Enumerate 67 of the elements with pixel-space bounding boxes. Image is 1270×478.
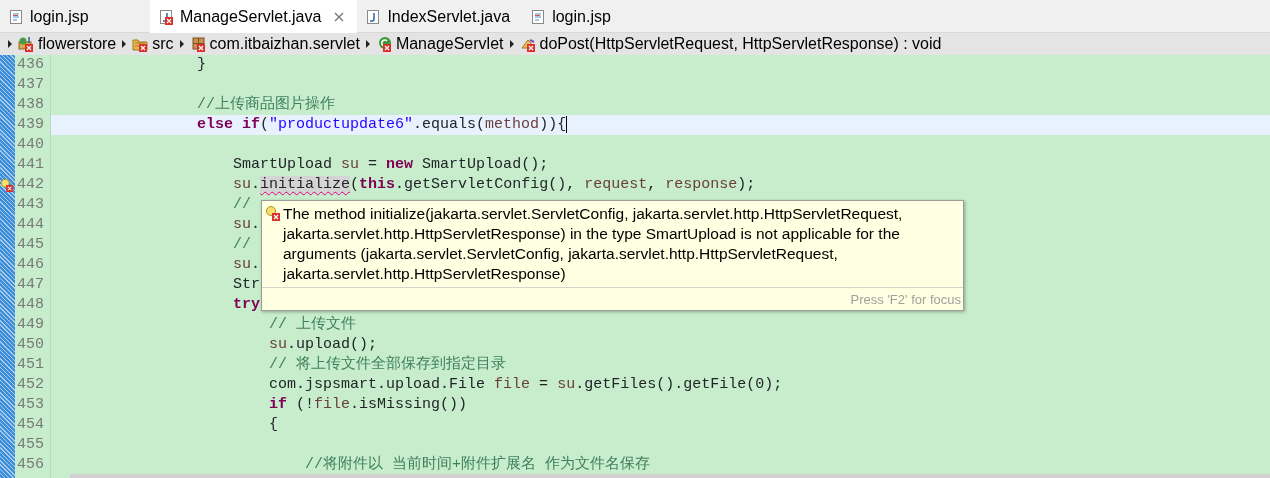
method-icon: [519, 36, 536, 52]
breadcrumb-item[interactable]: doPost(HttpServletRequest, HttpServletResponse) : void: [539, 32, 942, 56]
java-file-icon: [365, 8, 382, 25]
line-number: 442: [17, 176, 44, 193]
close-icon[interactable]: [333, 10, 346, 23]
arrow-icon: [363, 39, 372, 49]
line-number: 456: [17, 456, 44, 473]
line-number: 439: [17, 116, 44, 133]
code-line: com.jspsmart.upload.File file = su.getFiles().getFile(0);: [269, 376, 783, 393]
line-number: 444: [17, 216, 44, 233]
line-number: 449: [17, 316, 44, 333]
code-line: su.upload();: [269, 336, 378, 353]
code-line: su.initialize(this.getServletConfig(), request, response);: [233, 176, 756, 193]
code-line: //: [233, 196, 252, 213]
line-number: 436: [17, 56, 44, 73]
line-number: 452: [17, 376, 44, 393]
arrow-icon: [177, 39, 186, 49]
line-number: 451: [17, 356, 44, 373]
code-line: //: [233, 236, 252, 253]
breadcrumb-item[interactable]: src: [152, 32, 174, 56]
line-number: 446: [17, 256, 44, 273]
line-number: 453: [17, 396, 44, 413]
code-line: //将附件以 当前时间+附件扩展名 作为文件名保存: [305, 456, 651, 473]
error-icon[interactable]: [0, 178, 14, 192]
code-line: SmartUpload su = new SmartUpload();: [233, 156, 549, 173]
code-line: }: [197, 56, 207, 73]
line-number: 437: [17, 76, 44, 93]
java-file-icon: [158, 8, 174, 25]
code-line: Str: [233, 276, 261, 293]
editor-tab[interactable]: login.jsp: [522, 0, 673, 33]
error-message: The method initialize(jakarta.servlet.ServletConfig, jakarta.servlet.http.HttpServletRequest, jakarta.servlet.http.HttpServletResponse) in the type SmartUpload is not applicable for the arguments (jakarta.servlet.ServletConfig, jakarta.servlet.http.HttpServletRequest, jakarta.servlet.http.HttpServletResponse): [283, 204, 904, 284]
code-line: su.: [233, 216, 261, 233]
line-number: 443: [17, 196, 44, 213]
arrow-icon: [6, 39, 14, 49]
code-line: {: [269, 416, 279, 433]
breadcrumb-item[interactable]: ManageServlet: [395, 32, 504, 56]
arrow-icon: [507, 39, 516, 49]
breadcrumb-item[interactable]: flowerstore: [38, 32, 117, 56]
line-number: 455: [17, 436, 44, 453]
line-number: 438: [17, 96, 44, 113]
editor-tab[interactable]: login.jsp: [0, 0, 150, 33]
code-line: // 将上传文件全部保存到指定目录: [269, 356, 507, 373]
editor-tab[interactable]: ManageServlet.java: [150, 0, 358, 33]
line-number: 448: [17, 296, 44, 313]
code-line: //上传商品图片操作: [197, 96, 336, 113]
arrow-icon: [120, 39, 129, 49]
line-number: 450: [17, 336, 44, 353]
line-number: 454: [17, 416, 44, 433]
code-line: if (!file.isMissing()): [269, 396, 468, 413]
project-icon: [18, 36, 34, 52]
line-number: 441: [17, 156, 44, 173]
code-line: else if("productupdate6".equals(method)){: [197, 116, 567, 133]
file-icon: [8, 8, 24, 25]
code-line: su.: [233, 256, 261, 273]
error-icon: [265, 205, 281, 221]
text-cursor: [566, 115, 568, 133]
editor-tab[interactable]: IndexServlet.java: [357, 0, 523, 33]
folder-icon: [132, 36, 149, 52]
file-icon: [530, 8, 547, 25]
code-line: // 上传文件: [269, 316, 357, 333]
line-number: 445: [17, 236, 44, 253]
package-icon: [189, 36, 206, 52]
code-line: try: [233, 296, 261, 313]
breadcrumb-item[interactable]: com.itbaizhan.servlet: [209, 32, 360, 56]
focus-hint: Press 'F2' for focus: [850, 292, 961, 307]
line-number: 440: [17, 136, 44, 153]
line-number: 447: [17, 276, 44, 293]
